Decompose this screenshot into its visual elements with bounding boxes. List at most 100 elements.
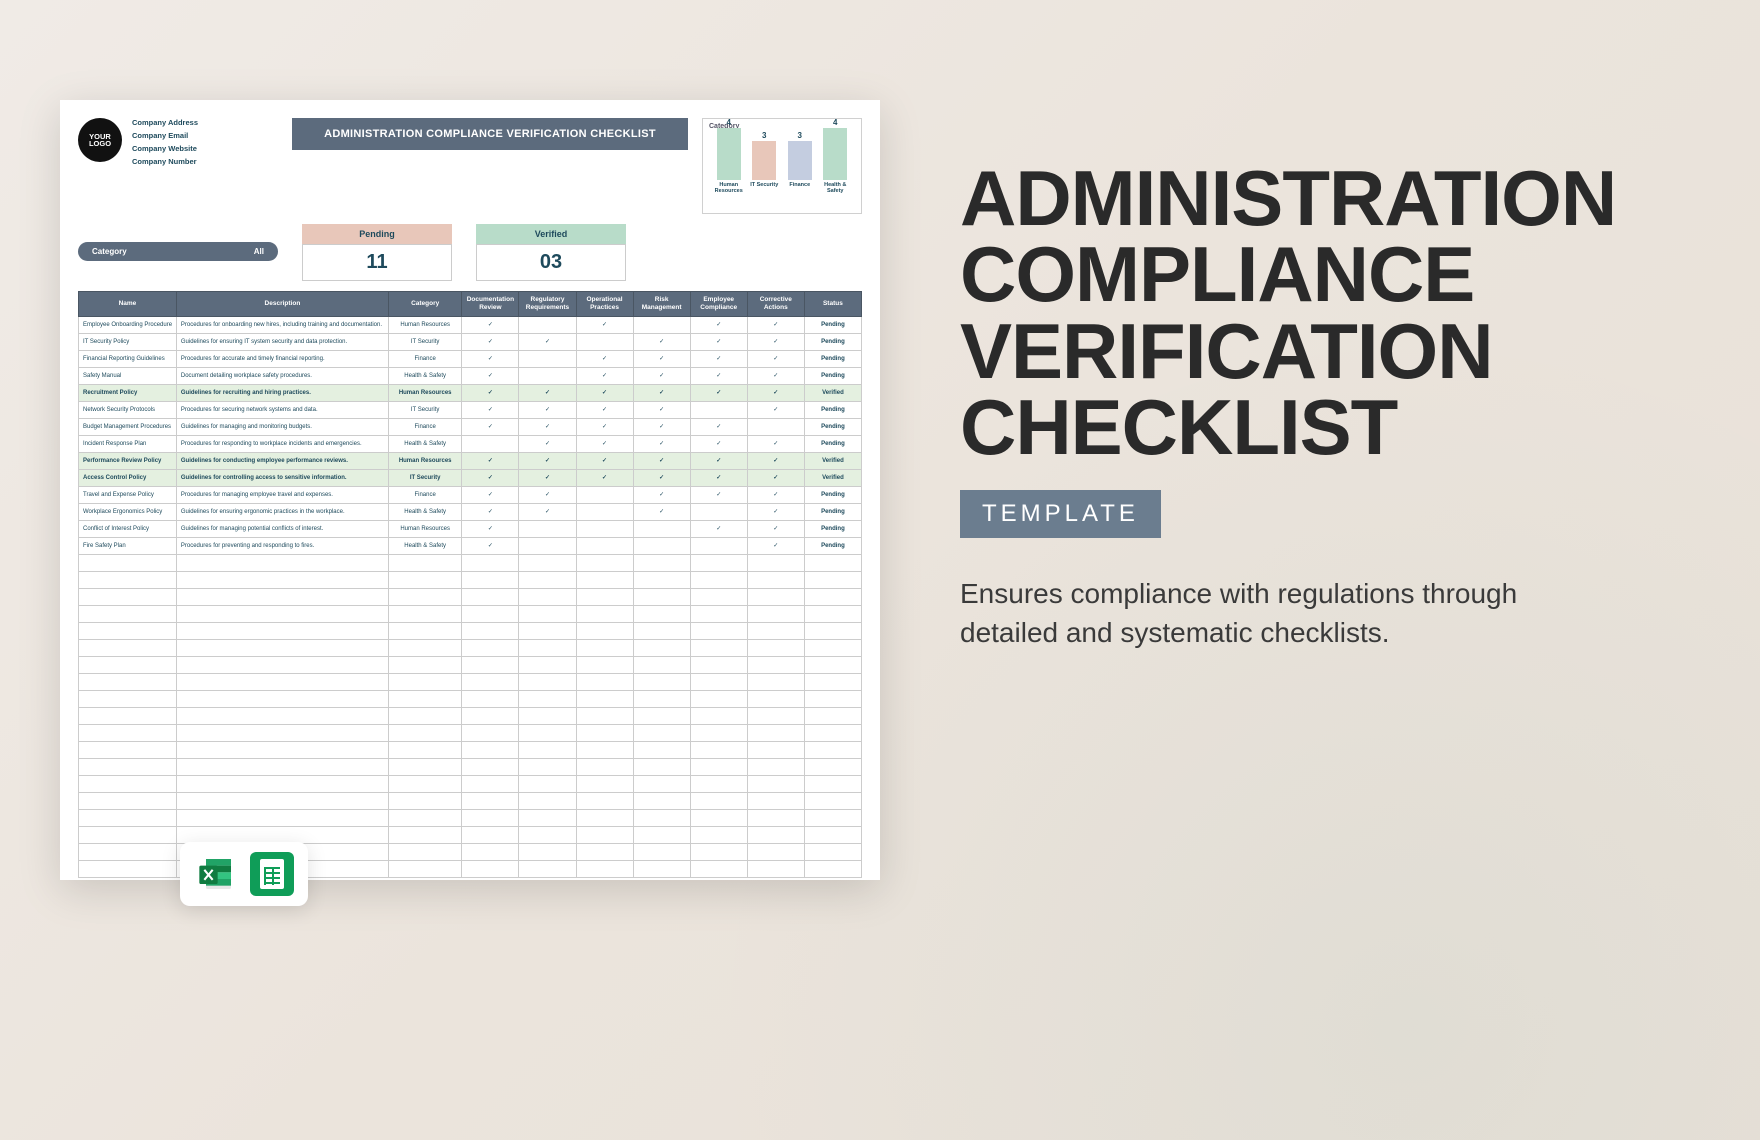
cell-category: IT Security bbox=[388, 469, 461, 486]
cell-status: Verified bbox=[804, 469, 861, 486]
cell-check: ✓ bbox=[519, 384, 576, 401]
bar bbox=[752, 141, 776, 180]
table-row-empty bbox=[79, 605, 862, 622]
cell-category: Human Resources bbox=[388, 452, 461, 469]
table-row[interactable]: Incident Response PlanProcedures for res… bbox=[79, 435, 862, 452]
cell-category: Finance bbox=[388, 350, 461, 367]
cell-check: ✓ bbox=[576, 469, 633, 486]
company-address: Company Address bbox=[132, 118, 198, 127]
cell-check: ✓ bbox=[462, 367, 519, 384]
cell-check: ✓ bbox=[747, 350, 804, 367]
filter-label: Category bbox=[92, 247, 127, 256]
cell-check: ✓ bbox=[747, 316, 804, 333]
cell-status: Verified bbox=[804, 384, 861, 401]
cell-check: ✓ bbox=[633, 452, 690, 469]
cell-check: ✓ bbox=[462, 503, 519, 520]
table-row[interactable]: IT Security PolicyGuidelines for ensurin… bbox=[79, 333, 862, 350]
cell-check: ✓ bbox=[633, 350, 690, 367]
cell-name: Access Control Policy bbox=[79, 469, 177, 486]
cell-desc: Guidelines for conducting employee perfo… bbox=[176, 452, 388, 469]
pending-label: Pending bbox=[302, 224, 452, 244]
pending-stat: Pending 11 bbox=[302, 224, 452, 281]
cell-name: IT Security Policy bbox=[79, 333, 177, 350]
cell-check: ✓ bbox=[462, 537, 519, 554]
cell-status: Pending bbox=[804, 520, 861, 537]
cell-check: ✓ bbox=[747, 469, 804, 486]
cell-name: Safety Manual bbox=[79, 367, 177, 384]
cell-check: ✓ bbox=[519, 418, 576, 435]
table-row[interactable]: Recruitment PolicyGuidelines for recruit… bbox=[79, 384, 862, 401]
cell-status: Verified bbox=[804, 452, 861, 469]
cell-check bbox=[519, 350, 576, 367]
table-row[interactable]: Conflict of Interest PolicyGuidelines fo… bbox=[79, 520, 862, 537]
column-header: Name bbox=[79, 292, 177, 317]
cell-check: ✓ bbox=[462, 316, 519, 333]
column-header: Description bbox=[176, 292, 388, 317]
cell-name: Network Security Protocols bbox=[79, 401, 177, 418]
table-row-empty bbox=[79, 639, 862, 656]
cell-name: Employee Onboarding Procedure bbox=[79, 316, 177, 333]
company-website: Company Website bbox=[132, 144, 198, 153]
cell-desc: Procedures for managing employee travel … bbox=[176, 486, 388, 503]
cell-status: Pending bbox=[804, 537, 861, 554]
bar-value: 3 bbox=[762, 131, 766, 140]
cell-category: Health & Safety bbox=[388, 435, 461, 452]
cell-check: ✓ bbox=[633, 435, 690, 452]
cell-check: ✓ bbox=[519, 401, 576, 418]
cell-status: Pending bbox=[804, 350, 861, 367]
filter-value: All bbox=[254, 247, 264, 256]
cell-check: ✓ bbox=[462, 384, 519, 401]
cell-name: Budget Management Procedures bbox=[79, 418, 177, 435]
cell-check bbox=[519, 316, 576, 333]
cell-check: ✓ bbox=[576, 350, 633, 367]
table-row[interactable]: Safety ManualDocument detailing workplac… bbox=[79, 367, 862, 384]
cell-desc: Document detailing workplace safety proc… bbox=[176, 367, 388, 384]
cell-check: ✓ bbox=[747, 333, 804, 350]
cell-check: ✓ bbox=[462, 520, 519, 537]
category-chart: Category 4Human Resources3IT Security3Fi… bbox=[702, 118, 862, 214]
cell-name: Conflict of Interest Policy bbox=[79, 520, 177, 537]
cell-check: ✓ bbox=[690, 384, 747, 401]
table-row[interactable]: Financial Reporting GuidelinesProcedures… bbox=[79, 350, 862, 367]
table-row[interactable]: Performance Review PolicyGuidelines for … bbox=[79, 452, 862, 469]
table-row[interactable]: Network Security ProtocolsProcedures for… bbox=[79, 401, 862, 418]
cell-name: Performance Review Policy bbox=[79, 452, 177, 469]
table-row[interactable]: Travel and Expense PolicyProcedures for … bbox=[79, 486, 862, 503]
cell-status: Pending bbox=[804, 401, 861, 418]
cell-check: ✓ bbox=[519, 435, 576, 452]
table-row[interactable]: Employee Onboarding ProcedureProcedures … bbox=[79, 316, 862, 333]
cell-check bbox=[633, 537, 690, 554]
cell-check: ✓ bbox=[633, 401, 690, 418]
cell-check: ✓ bbox=[519, 333, 576, 350]
cell-status: Pending bbox=[804, 503, 861, 520]
cell-check: ✓ bbox=[576, 435, 633, 452]
table-row[interactable]: Access Control PolicyGuidelines for cont… bbox=[79, 469, 862, 486]
cell-check: ✓ bbox=[747, 537, 804, 554]
cell-check: ✓ bbox=[576, 452, 633, 469]
table-row[interactable]: Fire Safety PlanProcedures for preventin… bbox=[79, 537, 862, 554]
cell-check: ✓ bbox=[576, 418, 633, 435]
table-row[interactable]: Budget Management ProceduresGuidelines f… bbox=[79, 418, 862, 435]
table-row-empty bbox=[79, 554, 862, 571]
cell-category: Human Resources bbox=[388, 520, 461, 537]
table-row-empty bbox=[79, 741, 862, 758]
cell-category: Health & Safety bbox=[388, 367, 461, 384]
category-filter[interactable]: Category All bbox=[78, 242, 278, 261]
bar-label: IT Security bbox=[750, 182, 778, 194]
table-row[interactable]: Workplace Ergonomics PolicyGuidelines fo… bbox=[79, 503, 862, 520]
company-email: Company Email bbox=[132, 131, 198, 140]
excel-icon bbox=[194, 852, 238, 896]
cell-desc: Guidelines for ensuring ergonomic practi… bbox=[176, 503, 388, 520]
cell-check: ✓ bbox=[690, 520, 747, 537]
cell-check bbox=[519, 367, 576, 384]
cell-category: IT Security bbox=[388, 401, 461, 418]
cell-check: ✓ bbox=[519, 486, 576, 503]
cell-desc: Procedures for preventing and responding… bbox=[176, 537, 388, 554]
cell-check: ✓ bbox=[462, 401, 519, 418]
logo-placeholder: YOUR LOGO bbox=[78, 118, 122, 162]
cell-desc: Procedures for accurate and timely finan… bbox=[176, 350, 388, 367]
column-header: Regulatory Requirements bbox=[519, 292, 576, 317]
cell-category: IT Security bbox=[388, 333, 461, 350]
cell-check: ✓ bbox=[690, 333, 747, 350]
cell-check: ✓ bbox=[519, 452, 576, 469]
